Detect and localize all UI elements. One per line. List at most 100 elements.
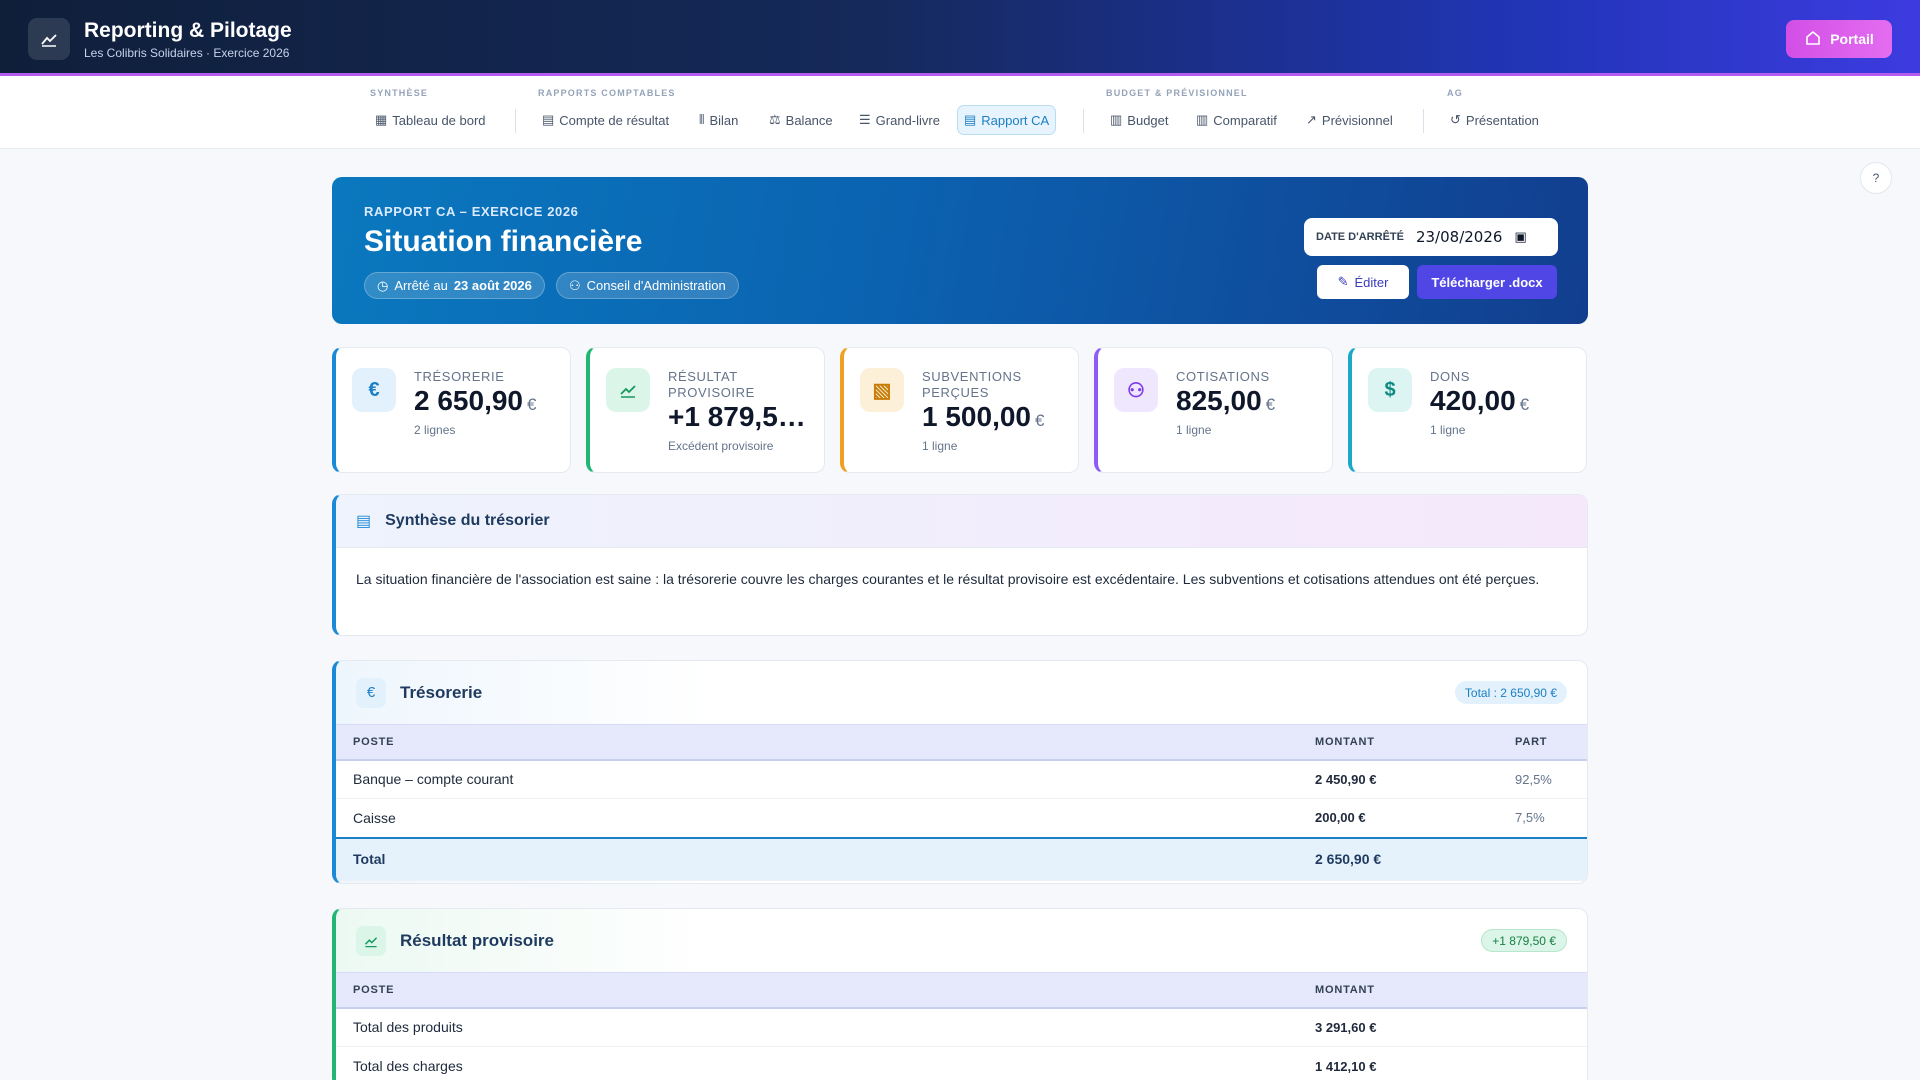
date-arrete-field[interactable]: DATE D'ARRÊTÉ 23/08/2026 ▣ — [1304, 218, 1558, 256]
table-row: Total des produits 3 291,60 € — [336, 1007, 1587, 1047]
nav-divider — [515, 109, 516, 133]
kpi-card-tresorerie: € TRÉSORERIE 2 650,90 € 2 lignes — [332, 347, 571, 473]
tresorerie-total-badge: Total : 2 650,90 € — [1454, 681, 1567, 704]
table-header-row: POSTE MONTANT PART — [336, 724, 1587, 761]
column-header: MONTANT — [1315, 724, 1515, 761]
synthese-title: Synthèse du trésorier — [385, 512, 550, 529]
arrete-badge: ◷ Arrêté au 23 août 2026 — [364, 272, 545, 299]
column-header: POSTE — [336, 724, 1315, 761]
edit-button[interactable]: ✎ Éditer — [1317, 265, 1409, 299]
nav-item-rapport-ca[interactable]: ▤ Rapport CA — [958, 106, 1056, 134]
synthese-text: La situation financière de l'association… — [356, 571, 1540, 587]
kpi-note: 1 ligne — [1430, 423, 1466, 437]
nav-item-bilan[interactable]: ⫴ Bilan — [693, 106, 744, 134]
nav-group-synthese: SYNTHÈSE — [370, 88, 429, 98]
columns-icon: ⫴ — [699, 112, 705, 127]
kpi-label: COTISATIONS — [1176, 369, 1270, 384]
conseil-badge: ⚇ Conseil d'Administration — [556, 272, 739, 299]
table-row: Banque – compte courant 2 450,90 € 92,5% — [336, 759, 1587, 799]
bar-chart-icon: ▥ — [1196, 112, 1209, 127]
kpi-label: DONS — [1430, 369, 1470, 384]
users-icon: ⚇ — [1114, 368, 1158, 412]
date-arrete-label: DATE D'ARRÊTÉ — [1316, 231, 1404, 243]
trend-icon: ↗ — [1306, 112, 1317, 127]
nav-divider — [1423, 109, 1424, 133]
kpi-card-cotisations: ⚇ COTISATIONS 825,00 € 1 ligne — [1094, 347, 1333, 473]
kpi-value: +1 879,5… — [668, 401, 806, 432]
download-docx-button[interactable]: Télécharger .docx — [1417, 265, 1557, 299]
clipboard-icon: ▥ — [1110, 112, 1123, 127]
app-title: Reporting & Pilotage — [84, 19, 292, 42]
users-icon: ⚇ — [569, 277, 581, 293]
kpi-note: Excédent provisoire — [668, 439, 774, 453]
scale-icon: ⚖ — [769, 112, 781, 127]
nav-group-budget: BUDGET & PRÉVISIONNEL — [1106, 88, 1248, 98]
portal-label: Portail — [1830, 31, 1874, 47]
portal-button[interactable]: Portail — [1786, 20, 1892, 58]
kpi-card-resultat: RÉSULTAT PROVISOIRE +1 879,5… Excédent p… — [586, 347, 825, 473]
nav-item-grand-livre[interactable]: ☰ Grand-livre — [853, 106, 946, 134]
euro-icon: € — [356, 677, 386, 708]
column-header: PART — [1515, 724, 1587, 761]
kpi-value: 825,00 € — [1176, 385, 1276, 416]
dollar-note-icon: $ — [1368, 368, 1412, 412]
tresorerie-header: € Trésorerie Total : 2 650,90 € — [336, 661, 1587, 724]
date-arrete-input[interactable]: 23/08/2026 — [1416, 228, 1502, 246]
nav-item-budget[interactable]: ▥ Budget — [1104, 106, 1175, 134]
nav-divider — [1083, 109, 1084, 133]
kpi-value: 420,00 € — [1430, 385, 1530, 416]
kpi-value: 1 500,00 € — [922, 401, 1045, 432]
nav-item-compte-de-resultat[interactable]: ▤ Compte de résultat — [536, 106, 675, 134]
nav-item-balance[interactable]: ⚖ Balance — [763, 106, 839, 134]
kpi-note: 2 lignes — [414, 423, 456, 437]
kpi-note: 1 ligne — [1176, 423, 1212, 437]
kpi-card-subventions: ▧ SUBVENTIONS PERÇUES 1 500,00 € 1 ligne — [840, 347, 1079, 473]
nav-item-comparatif[interactable]: ▥ Comparatif — [1190, 106, 1283, 134]
tresorerie-title: Trésorerie — [400, 682, 483, 702]
page-title: Situation financière — [364, 225, 643, 258]
hero-kicker: RAPPORT CA – EXERCICE 2026 — [364, 204, 579, 219]
column-header: MONTANT — [1315, 972, 1587, 1009]
history-icon: ↺ — [1450, 112, 1461, 127]
home-icon — [1804, 29, 1822, 50]
chart-line-icon — [606, 368, 650, 412]
resultat-section: Résultat provisoire +1 879,50 € POSTE MO… — [332, 908, 1588, 1080]
kpi-label: SUBVENTIONS PERÇUES — [922, 369, 1022, 400]
nav-group-rapports: RAPPORTS COMPTABLES — [538, 88, 676, 98]
resultat-title: Résultat provisoire — [400, 930, 554, 950]
pencil-icon: ✎ — [1337, 274, 1349, 289]
table-row: Caisse 200,00 € 7,5% — [336, 798, 1587, 838]
resultat-table: POSTE MONTANT Total des produits 3 291,6… — [336, 972, 1587, 1080]
grid-icon: ▦ — [375, 112, 388, 127]
kpi-label: TRÉSORERIE — [414, 369, 505, 384]
list-icon: ☰ — [859, 112, 871, 127]
kpi-label: RÉSULTAT PROVISOIRE — [668, 369, 755, 400]
tresorerie-section: € Trésorerie Total : 2 650,90 € POSTE MO… — [332, 660, 1588, 884]
document-icon: ▤ — [542, 112, 555, 127]
kpi-value: 2 650,90 € — [414, 385, 537, 416]
chart-line-icon — [28, 18, 70, 60]
nav-item-tableau-de-bord[interactable]: ▦ Tableau de bord — [369, 106, 492, 134]
calendar-icon[interactable]: ▣ — [1514, 229, 1526, 245]
tresorerie-table: POSTE MONTANT PART Banque – compte coura… — [336, 724, 1587, 881]
kpi-note: 1 ligne — [922, 439, 958, 453]
section-nav: SYNTHÈSE RAPPORTS COMPTABLES BUDGET & PR… — [0, 76, 1920, 149]
table-total-row: Total 2 650,90 € — [336, 836, 1587, 881]
chart-line-icon — [356, 925, 386, 956]
document-icon: ▤ — [356, 513, 372, 530]
nav-item-previsionnel[interactable]: ↗ Prévisionnel — [1300, 106, 1399, 134]
kpi-card-dons: $ DONS 420,00 € 1 ligne — [1348, 347, 1587, 473]
euro-icon: € — [352, 368, 396, 412]
resultat-header: Résultat provisoire +1 879,50 € — [336, 909, 1587, 972]
app-subtitle: Les Colibris Solidaires · Exercice 2026 — [84, 46, 290, 60]
report-hero: RAPPORT CA – EXERCICE 2026 Situation fin… — [332, 177, 1588, 324]
receipt-icon: ▧ — [860, 368, 904, 412]
resultat-badge: +1 879,50 € — [1481, 929, 1567, 952]
nav-group-ag: AG — [1447, 88, 1463, 98]
document-icon: ▤ — [964, 112, 977, 127]
synthese-card: ▤ Synthèse du trésorier La situation fin… — [332, 494, 1588, 636]
nav-item-presentation[interactable]: ↺ Présentation — [1444, 106, 1545, 134]
table-header-row: POSTE MONTANT — [336, 972, 1587, 1009]
clock-icon: ◷ — [377, 277, 389, 293]
help-button[interactable]: ? — [1860, 162, 1892, 194]
